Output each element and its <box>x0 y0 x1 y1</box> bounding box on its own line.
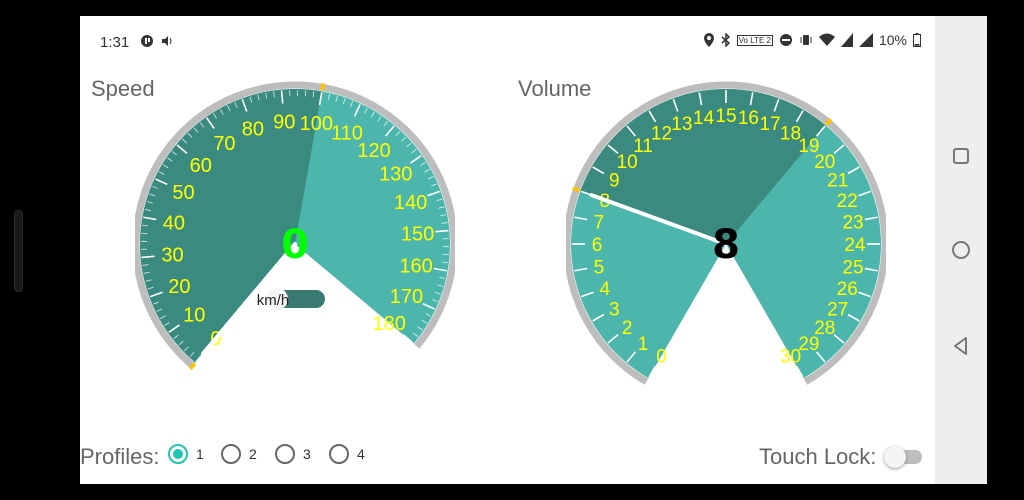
vibrate-icon <box>800 35 812 45</box>
tick-label: 50 <box>172 182 194 204</box>
profile-radio-3[interactable] <box>275 444 295 464</box>
tick-label: 12 <box>651 123 672 144</box>
tick-label: 9 <box>609 171 620 192</box>
tick-label: 1 <box>638 334 649 355</box>
range-marker <box>320 83 326 91</box>
tick-label: 13 <box>671 114 692 135</box>
status-time: 1:31 <box>100 34 130 51</box>
battery-percent: 10% <box>878 32 907 48</box>
tick-label: 30 <box>161 245 183 267</box>
tick-label: 29 <box>798 334 819 355</box>
status-right-icons: Vo LTE 2 10% <box>703 32 921 48</box>
major-tick <box>435 229 449 233</box>
tick-label: 21 <box>827 171 848 192</box>
tick-label: 16 <box>738 108 759 129</box>
tick-label: 40 <box>163 213 185 235</box>
gauge-value: 0 <box>281 222 309 268</box>
tick-label: 14 <box>693 108 715 129</box>
tick-label: 90 <box>273 111 295 133</box>
tick-label: 80 <box>242 118 264 140</box>
tick-label: 5 <box>594 257 605 278</box>
tick-label: 3 <box>609 300 620 321</box>
tick-label: 180 <box>373 313 406 335</box>
location-icon <box>703 33 714 47</box>
unit-label: km/h <box>257 292 290 309</box>
tick-label: 4 <box>599 279 610 300</box>
phone-side-button <box>14 210 23 292</box>
tick-label: 60 <box>190 155 212 177</box>
navigation-bar <box>935 16 987 484</box>
tick-label: 26 <box>837 279 858 300</box>
tick-label: 20 <box>168 276 190 298</box>
switch-knob[interactable] <box>884 446 906 468</box>
profile-radio-label-3: 3 <box>303 446 311 462</box>
tick-label: 120 <box>357 140 390 162</box>
profile-radio-4[interactable] <box>329 444 349 464</box>
major-tick <box>141 255 155 259</box>
volte-icon: Vo LTE 2 <box>736 34 773 46</box>
profile-radio-label-4: 4 <box>357 446 365 462</box>
touch-lock-switch[interactable] <box>884 446 922 468</box>
signal-r-icon <box>840 33 853 47</box>
status-bar: 1:31 Vo LTE 2 10% <box>80 16 935 68</box>
recents-icon[interactable] <box>951 146 971 166</box>
volume-gauge[interactable]: 0123456789101112131415161718192021222324… <box>566 68 886 420</box>
do-not-disturb-icon <box>779 34 792 46</box>
tick-label: 15 <box>715 106 736 127</box>
battery-icon <box>913 33 921 47</box>
gauge-value: 8 <box>712 222 740 268</box>
tick-label: 160 <box>399 255 432 277</box>
tick-label: 170 <box>390 286 423 308</box>
signal-icon <box>858 33 873 47</box>
tick-label: 130 <box>379 163 412 185</box>
major-tick <box>280 90 284 104</box>
tick-label: 30 <box>780 347 801 368</box>
app-notification-icon <box>141 35 153 47</box>
profile-radio-label-2: 2 <box>249 446 257 462</box>
tick-label: 17 <box>760 114 781 135</box>
touch-lock-label: Touch Lock: <box>759 444 877 469</box>
profile-radio-1[interactable] <box>168 444 188 464</box>
home-icon[interactable] <box>951 240 971 260</box>
tick-label: 25 <box>842 257 863 278</box>
profiles-label: Profiles: <box>80 444 160 469</box>
tick-label: 23 <box>842 213 863 234</box>
status-left-icons <box>140 34 174 48</box>
tick-label: 22 <box>837 191 858 212</box>
tick-label: 7 <box>594 213 605 234</box>
tick-label: 150 <box>401 223 434 245</box>
profile-radio-2[interactable] <box>221 444 241 464</box>
tick-label: 10 <box>183 305 205 327</box>
profile-radio-label-1: 1 <box>196 446 204 462</box>
bluetooth-icon <box>721 33 730 47</box>
tick-label: 140 <box>394 192 427 214</box>
range-marker <box>572 186 581 193</box>
tick-label: 6 <box>592 235 603 256</box>
wifi-icon <box>818 33 835 46</box>
tick-label: 2 <box>622 318 633 339</box>
tick-label: 0 <box>656 347 667 368</box>
footer: Profiles: 1 2 3 4 Touch Lock: <box>80 440 935 480</box>
app-screen: 1:31 Vo LTE 2 10% Speed Volume 010203040… <box>80 16 935 484</box>
tick-label: 70 <box>213 133 235 155</box>
tick-label: 100 <box>300 113 333 135</box>
back-icon[interactable] <box>951 336 971 356</box>
speed-gauge[interactable]: 0102030405060708090100110120130140150160… <box>135 68 455 420</box>
tick-label: 24 <box>844 235 866 256</box>
volume-icon <box>162 36 172 46</box>
